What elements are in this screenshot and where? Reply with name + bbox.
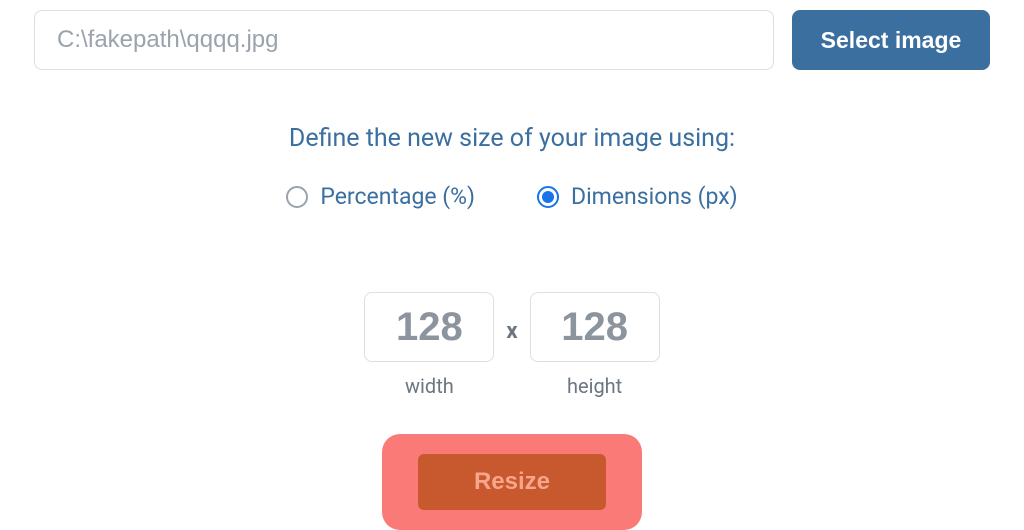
width-group: width: [364, 292, 494, 398]
size-mode-radio-group: Percentage (%) Dimensions (px): [34, 183, 990, 210]
dimensions-row: width x height: [34, 292, 990, 398]
radio-icon: [286, 186, 308, 208]
resize-button[interactable]: Resize: [418, 454, 606, 510]
dimension-separator: x: [506, 319, 517, 344]
radio-label-dimensions: Dimensions (px): [571, 183, 738, 210]
file-path-input[interactable]: [34, 10, 774, 70]
radio-option-percentage[interactable]: Percentage (%): [286, 183, 475, 210]
instruction-text: Define the new size of your image using:: [34, 124, 990, 153]
height-input[interactable]: [530, 292, 660, 362]
select-image-button[interactable]: Select image: [792, 10, 990, 70]
height-label: height: [567, 374, 622, 398]
radio-label-percentage: Percentage (%): [320, 183, 475, 210]
width-input[interactable]: [364, 292, 494, 362]
radio-option-dimensions[interactable]: Dimensions (px): [537, 183, 738, 210]
radio-icon: [537, 186, 559, 208]
width-label: width: [405, 374, 454, 398]
height-group: height: [530, 292, 660, 398]
file-select-row: Select image: [34, 10, 990, 70]
